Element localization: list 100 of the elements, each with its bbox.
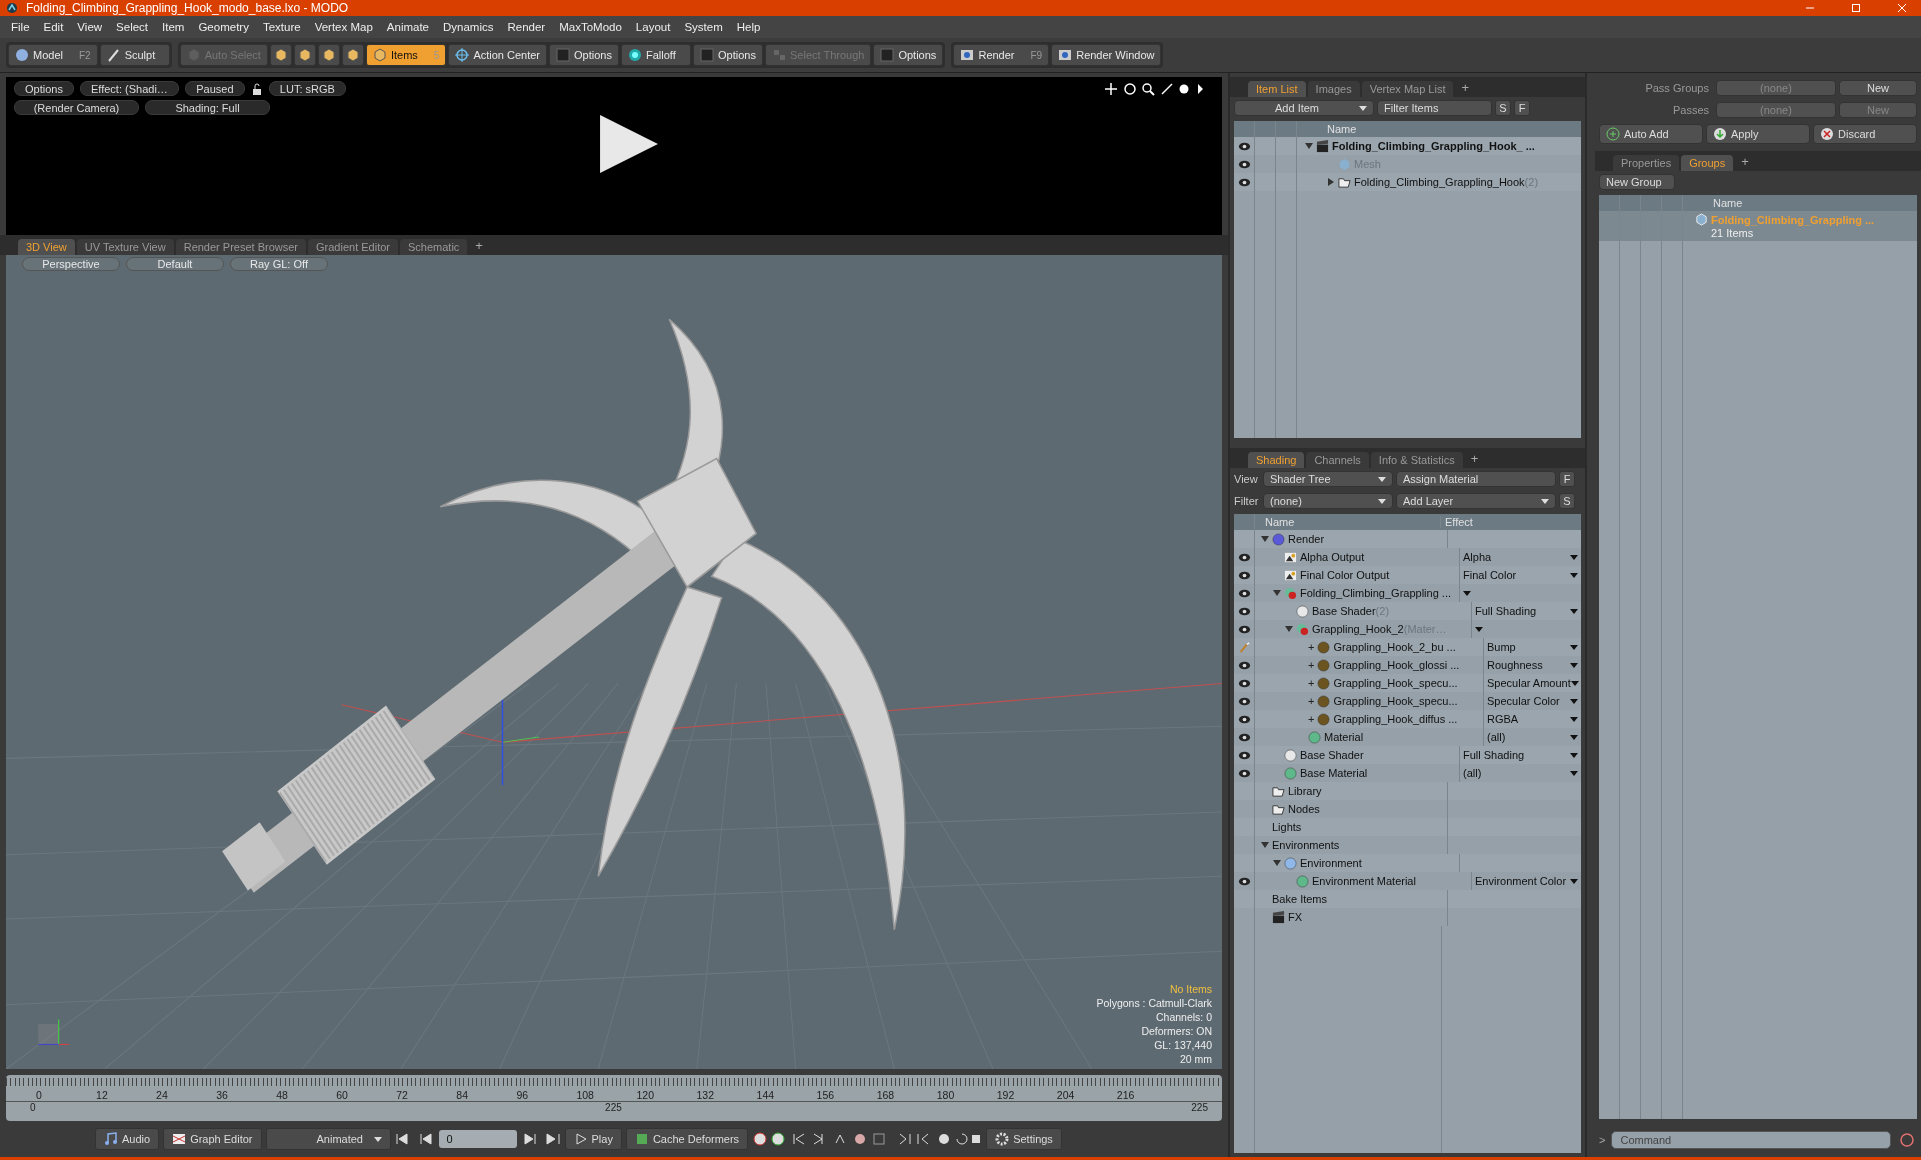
shader-item-name[interactable]: Grappling_Hook_specu... xyxy=(1333,695,1458,707)
play-icon[interactable] xyxy=(598,113,660,175)
toggle-button[interactable]: S xyxy=(1559,493,1575,509)
caret-icon[interactable] xyxy=(1570,572,1578,578)
caret-icon[interactable] xyxy=(1570,698,1578,704)
shader-item-name[interactable]: Grappling_Hook_2_bu ... xyxy=(1333,641,1456,653)
apply-button[interactable]: Apply xyxy=(1706,124,1810,144)
viewport-tab[interactable]: UV Texture View xyxy=(76,239,174,255)
caret-icon[interactable] xyxy=(1570,878,1578,884)
add-tab-button[interactable]: + xyxy=(1464,449,1485,468)
toolbar-button[interactable]: Action Center xyxy=(448,44,548,66)
caret-icon[interactable] xyxy=(1570,608,1578,614)
expand-arrow-icon[interactable] xyxy=(1285,625,1293,633)
eye-icon[interactable] xyxy=(1237,140,1251,152)
eye-icon[interactable] xyxy=(1237,569,1251,581)
shader-item-name[interactable]: Lights xyxy=(1272,821,1302,833)
new-group-button[interactable]: New Group xyxy=(1599,174,1675,190)
viewport-tab[interactable]: Gradient Editor xyxy=(308,239,398,255)
maximize-icon[interactable] xyxy=(1851,3,1861,13)
view-dropdown[interactable]: Shader Tree xyxy=(1263,471,1393,487)
panel-tab[interactable]: Info & Statistics xyxy=(1370,452,1463,468)
menu-item[interactable]: Texture xyxy=(255,21,308,33)
caret-icon[interactable] xyxy=(1475,626,1483,632)
caret-icon[interactable] xyxy=(1570,752,1578,758)
shader-item-name[interactable]: Environment Material xyxy=(1312,875,1416,887)
caret-icon[interactable] xyxy=(1570,734,1578,740)
menu-item[interactable]: Geometry xyxy=(191,21,256,33)
toggle-button[interactable]: F xyxy=(1514,100,1530,116)
preview-button[interactable]: Paused xyxy=(184,81,245,96)
expand-arrow-icon[interactable] xyxy=(1273,859,1281,867)
new-button[interactable]: New xyxy=(1839,80,1917,96)
shader-item-name[interactable]: Final Color Output xyxy=(1300,569,1390,581)
menu-item[interactable]: Dynamics xyxy=(436,21,501,33)
eye-icon[interactable] xyxy=(1237,623,1251,635)
add-layer-mark[interactable]: + xyxy=(1308,713,1315,725)
shader-item-name[interactable]: Bake Items xyxy=(1272,893,1328,905)
filter-items-button[interactable]: Filter Items xyxy=(1377,100,1492,116)
add-layer-mark[interactable]: + xyxy=(1308,695,1315,707)
add-layer-mark[interactable]: + xyxy=(1308,677,1315,689)
shader-item-name[interactable]: Grappling_Hook_specu... xyxy=(1333,677,1458,689)
viewport-button[interactable]: Default xyxy=(126,257,224,271)
menu-item[interactable]: Layout xyxy=(628,21,678,33)
preview-button[interactable]: (Render Camera) xyxy=(14,100,139,115)
toolbar-button[interactable]: Sculpt xyxy=(99,44,170,66)
add-item-dropdown[interactable]: Add Item xyxy=(1234,100,1374,116)
record-icon[interactable] xyxy=(1897,1130,1917,1150)
shader-item-name[interactable]: Library xyxy=(1288,785,1322,797)
menu-item[interactable]: Animate xyxy=(379,21,436,33)
eye-icon[interactable] xyxy=(1237,605,1251,617)
eye-icon[interactable] xyxy=(1237,875,1251,887)
expand-arrow-icon[interactable] xyxy=(1261,841,1269,849)
menu-item[interactable]: Help xyxy=(729,21,768,33)
caret-icon[interactable] xyxy=(1570,554,1578,560)
expand-arrow-icon[interactable] xyxy=(1327,178,1335,186)
panel-tab[interactable]: Item List xyxy=(1248,81,1306,97)
timeline[interactable]: 0 12 24 36 48 60 72 84 96 108 120 132 144 156 168 180 192 204 216 0 225 225 xyxy=(6,1075,1222,1121)
shader-item-name[interactable]: Base Shader(2) xyxy=(1312,605,1390,617)
caret-icon[interactable] xyxy=(1463,590,1471,596)
menu-item[interactable]: MaxToModo xyxy=(552,21,629,33)
toolbar-button[interactable] xyxy=(269,44,292,66)
animation-mode-dropdown[interactable]: Animated xyxy=(265,1128,391,1150)
settings-button[interactable]: Settings xyxy=(986,1128,1062,1150)
toolbar-button[interactable] xyxy=(293,44,316,66)
menu-item[interactable]: Edit xyxy=(36,21,71,33)
key-tools-icons[interactable] xyxy=(752,1131,983,1147)
lock-icon[interactable] xyxy=(250,82,263,95)
viewport-tab[interactable]: Render Preset Browser xyxy=(175,239,306,255)
shader-item-name[interactable]: Folding_Climbing_Grappling ... xyxy=(1300,587,1452,599)
caret-icon[interactable] xyxy=(1570,662,1578,668)
filter-dropdown[interactable]: (none) xyxy=(1263,493,1393,509)
menu-item[interactable]: View xyxy=(70,21,110,33)
toolbar-button[interactable]: Options xyxy=(873,44,944,66)
expand-arrow-icon[interactable] xyxy=(1273,589,1281,597)
discard-button[interactable]: Discard xyxy=(1813,124,1917,144)
viewport-tab[interactable]: Schematic xyxy=(400,239,468,255)
toggle-button[interactable]: F xyxy=(1559,471,1575,487)
graph-editor-button[interactable]: Graph Editor xyxy=(163,1128,262,1150)
toolbar-button[interactable]: Items 5 xyxy=(365,44,447,66)
audio-button[interactable]: Audio xyxy=(95,1128,160,1150)
menu-item[interactable]: Select xyxy=(109,21,156,33)
add-layer-mark[interactable]: + xyxy=(1308,659,1315,671)
caret-icon[interactable] xyxy=(1570,716,1578,722)
add-tab-button[interactable]: + xyxy=(469,236,489,255)
menu-item[interactable]: System xyxy=(677,21,730,33)
eye-icon[interactable] xyxy=(1237,713,1251,725)
toolbar-button[interactable]: Options xyxy=(693,44,764,66)
toolbar-button[interactable]: Model F2 xyxy=(8,44,98,66)
menu-item[interactable]: File xyxy=(4,21,37,33)
panel-tab[interactable]: Images xyxy=(1307,81,1360,97)
toolbar-button[interactable] xyxy=(317,44,340,66)
caret-icon[interactable] xyxy=(1570,680,1579,686)
eye-icon[interactable] xyxy=(1237,587,1251,599)
shader-item-name[interactable]: Material xyxy=(1324,731,1364,743)
preview-button[interactable]: Options xyxy=(14,81,74,96)
shader-item-name[interactable]: Environment xyxy=(1300,857,1362,869)
preview-button[interactable]: LUT: sRGB xyxy=(268,81,346,96)
transport-back-icons[interactable] xyxy=(394,1132,435,1146)
panel-tab[interactable]: Shading xyxy=(1248,452,1305,468)
caret-icon[interactable] xyxy=(1570,644,1578,650)
toolbar-button[interactable]: Options xyxy=(549,44,620,66)
